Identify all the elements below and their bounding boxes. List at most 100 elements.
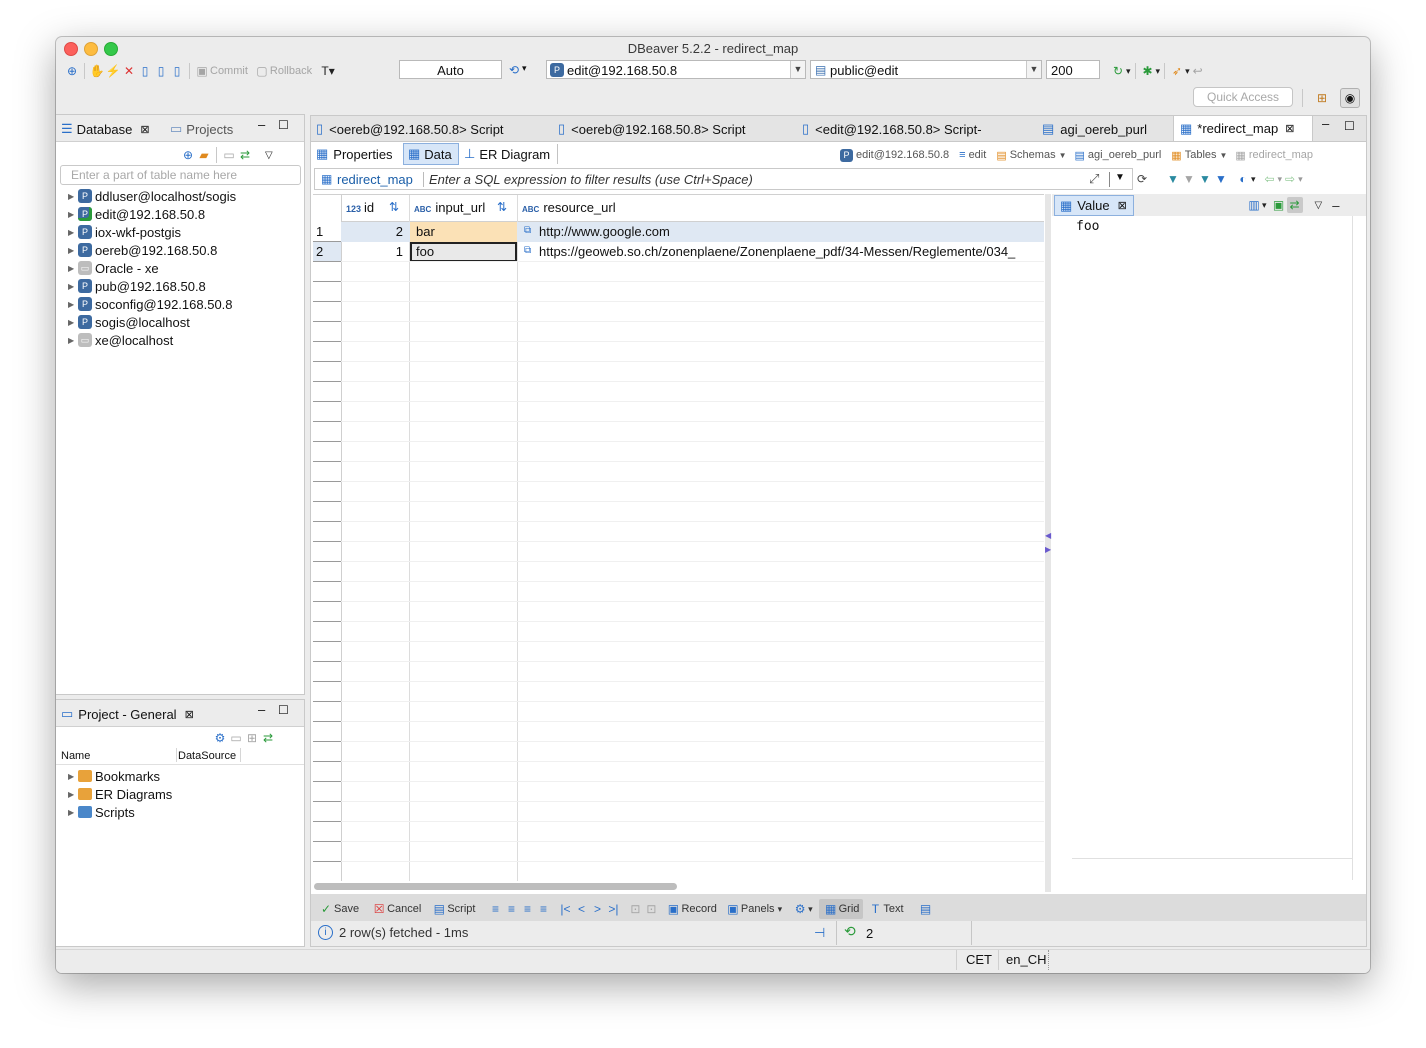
chevron-down-icon[interactable]: ▾ bbox=[778, 904, 783, 915]
layout-icon[interactable]: ▤ bbox=[918, 901, 934, 917]
tab-redirect-map[interactable]: ▦ *redirect_map ⊠ bbox=[1173, 115, 1313, 141]
column-header-resource-url[interactable]: ABC resource_url bbox=[522, 198, 616, 218]
link-icon[interactable]: ⧉ bbox=[524, 225, 531, 236]
expand-icon[interactable]: ▶ bbox=[68, 772, 78, 781]
schema-select[interactable]: ▤ public@edit ▼ bbox=[810, 60, 1042, 79]
refresh-icon[interactable]: ⟲ bbox=[844, 923, 856, 940]
close-icon[interactable]: ⊠ bbox=[140, 123, 149, 136]
delete-row-icon[interactable]: ≡ bbox=[535, 901, 551, 917]
save-button[interactable]: Save bbox=[334, 903, 359, 915]
tab-agi-oereb-purl[interactable]: ▤ agi_oereb_purl bbox=[1042, 117, 1147, 141]
rollback-icon[interactable]: ▢ bbox=[254, 63, 270, 79]
link-editor-icon[interactable]: ⇄ bbox=[237, 147, 253, 163]
project-item-bookmarks[interactable]: ▶ Bookmarks bbox=[68, 767, 160, 785]
column-name-header[interactable]: Name bbox=[61, 750, 90, 762]
minimize-icon[interactable]: – bbox=[258, 117, 265, 132]
commit-button[interactable]: Commit bbox=[210, 65, 248, 77]
tab-data[interactable]: ▦ Data bbox=[403, 143, 459, 165]
transaction-mode-icon[interactable]: T▾ bbox=[320, 63, 336, 79]
view-menu-icon[interactable]: ▽ bbox=[1315, 200, 1323, 211]
cancel-button[interactable]: Cancel bbox=[387, 903, 421, 915]
panel-splitter[interactable] bbox=[1045, 194, 1051, 892]
cell-id[interactable]: 2 bbox=[341, 222, 403, 242]
sort-filter-icon[interactable]: ⇅ bbox=[389, 200, 399, 214]
expand-icon[interactable]: ▶ bbox=[68, 282, 78, 291]
filter-remove-icon[interactable]: ▼ bbox=[1181, 171, 1197, 187]
script-icon[interactable]: ▤ bbox=[431, 901, 447, 917]
connection-item[interactable]: ▶ Piox-wkf-postgis bbox=[68, 223, 181, 241]
link-icon[interactable]: ⧉ bbox=[524, 245, 531, 256]
cancel-icon[interactable]: ☒ bbox=[371, 901, 387, 917]
connection-item[interactable]: ▶ ▭ xe@localhost bbox=[68, 331, 173, 349]
sort-filter-icon[interactable]: ⇅ bbox=[497, 200, 507, 214]
back-icon[interactable]: ↩ bbox=[1190, 63, 1206, 79]
close-icon[interactable]: ⊠ bbox=[1285, 122, 1294, 135]
collapse-all-icon[interactable]: ▭ bbox=[228, 730, 244, 746]
content-viewer-icon[interactable]: ▥ bbox=[1246, 197, 1262, 213]
record-button[interactable]: Record bbox=[681, 903, 716, 915]
maximize-icon[interactable]: ☐ bbox=[1344, 119, 1355, 133]
expand-icon[interactable]: ▶ bbox=[68, 228, 78, 237]
disconnect-all-icon[interactable]: ✕ bbox=[121, 63, 137, 79]
new-folder-icon[interactable]: ▰ bbox=[196, 147, 212, 163]
refresh-dropdown-icon[interactable]: ▾ bbox=[1126, 66, 1131, 77]
panels-icon[interactable]: ▣ bbox=[725, 901, 741, 917]
close-icon[interactable]: ⊠ bbox=[1118, 199, 1127, 212]
tab-projects[interactable]: ▭ Projects bbox=[170, 121, 233, 137]
debug-dropdown-icon[interactable]: ▾ bbox=[1156, 66, 1161, 77]
tab-script-oereb-1[interactable]: ▯ <oereb@192.168.50.8> Script bbox=[316, 117, 504, 141]
save-icon[interactable]: ✓ bbox=[318, 901, 334, 917]
expand-all-icon[interactable]: ⊞ bbox=[244, 730, 260, 746]
value-content[interactable]: foo bbox=[1076, 219, 1099, 234]
chevron-down-icon[interactable]: ▼ bbox=[1059, 151, 1067, 160]
column-header-input-url[interactable]: ABC input_url bbox=[414, 198, 485, 218]
text-button[interactable]: Text bbox=[883, 903, 903, 915]
result-limit-input[interactable]: 200 bbox=[1046, 60, 1100, 79]
connection-item[interactable]: ▶ Pddluser@localhost/sogis bbox=[68, 187, 236, 205]
open-script-icon[interactable]: ▯ bbox=[169, 63, 185, 79]
breadcrumb-database[interactable]: edit bbox=[969, 149, 987, 161]
expand-icon[interactable]: ▶ bbox=[68, 318, 78, 327]
tab-value[interactable]: ▦ Value ⊠ bbox=[1054, 195, 1134, 216]
link-editor-icon[interactable]: ⇄ bbox=[260, 730, 276, 746]
collapse-panel-icon[interactable]: ◀ bbox=[1045, 531, 1051, 540]
connection-item[interactable]: ▶ Pedit@192.168.50.8 bbox=[68, 205, 205, 223]
rollback-button[interactable]: Rollback bbox=[270, 65, 312, 77]
minimize-icon[interactable]: – bbox=[258, 702, 265, 717]
filter-input[interactable]: Enter a SQL expression to filter results… bbox=[429, 172, 753, 187]
row-number[interactable]: 1 bbox=[316, 222, 323, 242]
new-connection-icon[interactable]: ⊕ bbox=[180, 147, 196, 163]
collapse-all-icon[interactable]: ▭ bbox=[221, 147, 237, 163]
add-row-icon[interactable]: ≡ bbox=[503, 901, 519, 917]
view-menu-icon[interactable]: ▽ bbox=[265, 150, 273, 161]
zoom-window-button[interactable] bbox=[104, 42, 118, 56]
cell-input-url[interactable]: foo bbox=[416, 242, 434, 262]
forward-icon[interactable]: ⇨ bbox=[1282, 171, 1298, 187]
new-connection-icon[interactable]: ⊕ bbox=[64, 63, 80, 79]
settings-dropdown-icon[interactable]: ▾ bbox=[808, 904, 813, 915]
breadcrumb-tables[interactable]: Tables bbox=[1185, 149, 1217, 161]
minimize-window-button[interactable] bbox=[84, 42, 98, 56]
minimize-icon[interactable]: – bbox=[1332, 198, 1339, 213]
expand-icon[interactable]: ▶ bbox=[68, 210, 78, 219]
dbeaver-perspective-icon[interactable]: ◉ bbox=[1340, 88, 1360, 108]
edit-row-icon[interactable]: ≡ bbox=[487, 901, 503, 917]
settings-icon[interactable]: ⚙ bbox=[212, 730, 228, 746]
sql-editor-icon[interactable]: ▯ bbox=[137, 63, 153, 79]
breadcrumb-schemas[interactable]: Schemas bbox=[1010, 149, 1056, 161]
viewer-dropdown-icon[interactable]: ▾ bbox=[1262, 200, 1267, 211]
expand-filter-icon[interactable]: ⤢ bbox=[1089, 171, 1099, 187]
connection-item[interactable]: ▶ Psogis@localhost bbox=[68, 313, 190, 331]
next-icon[interactable]: > bbox=[589, 901, 605, 917]
panels-button[interactable]: Panels bbox=[741, 903, 775, 915]
cell-resource-url[interactable]: https://geoweb.so.ch/zonenplaene/Zonenpl… bbox=[539, 242, 1044, 262]
tab-database[interactable]: ☰ Database ⊠ bbox=[61, 121, 150, 137]
previous-icon[interactable]: < bbox=[573, 901, 589, 917]
expand-icon[interactable]: ▶ bbox=[68, 192, 78, 201]
tab-project-general[interactable]: ▭ Project - General ⊠ bbox=[61, 706, 194, 722]
filter-history-icon[interactable]: ▼ bbox=[1115, 172, 1125, 183]
connect-icon[interactable]: ⚡ bbox=[105, 63, 121, 79]
expand-icon[interactable]: ▶ bbox=[68, 300, 78, 309]
connection-item[interactable]: ▶ Poereb@192.168.50.8 bbox=[68, 241, 217, 259]
expand-icon[interactable]: ▶ bbox=[68, 264, 78, 273]
